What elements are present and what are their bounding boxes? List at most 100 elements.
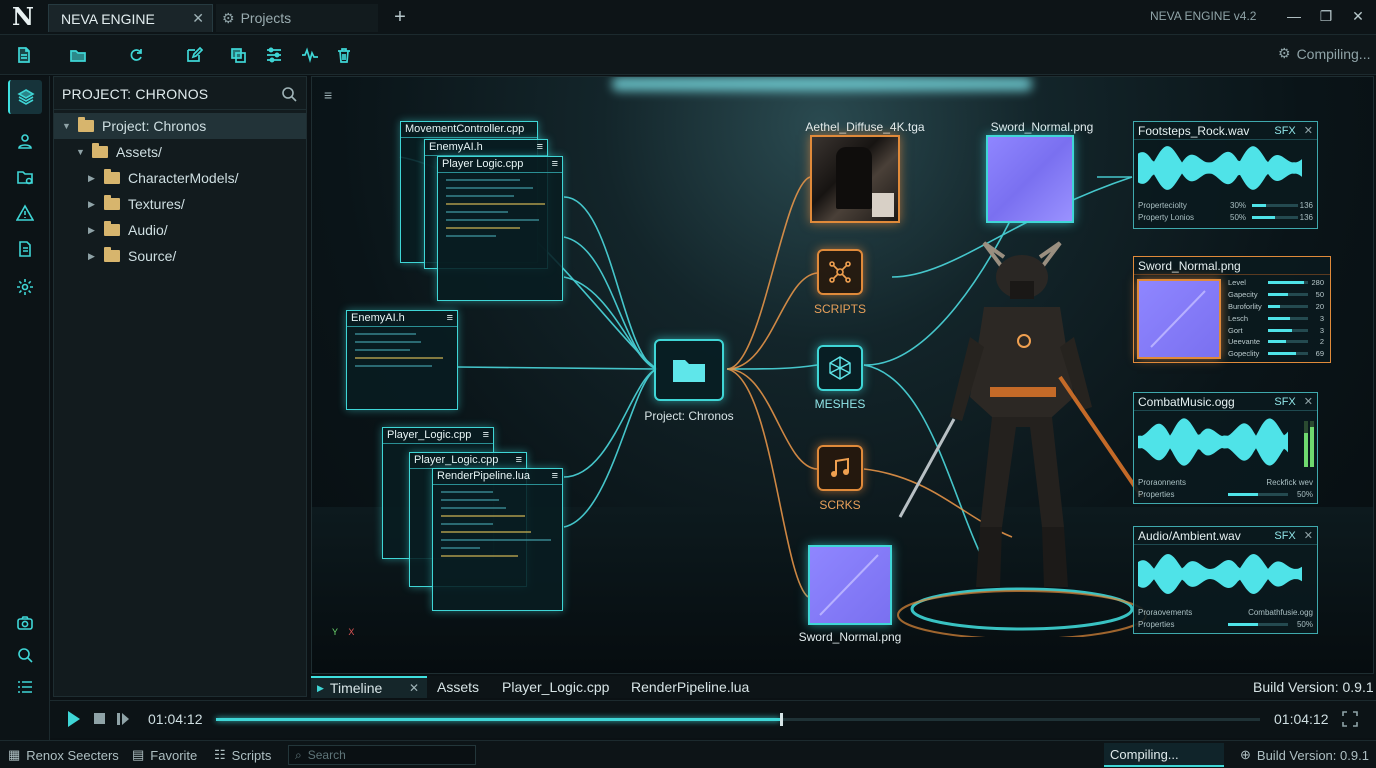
toolbar: ⚙ Compiling... [0,35,1376,75]
tree-item-audio[interactable]: ▶ Audio/ [54,217,306,243]
settings-icon[interactable] [8,270,42,304]
normal-map-thumbnail[interactable] [986,135,1074,223]
playhead[interactable] [779,713,783,726]
chevron-right-icon[interactable]: ▶ [88,251,98,262]
sword-normal-thumbnail[interactable] [808,545,892,625]
menu-icon[interactable]: ≡ [552,158,558,171]
stat-bar[interactable] [1268,316,1308,320]
texture-panel-title: Sword_Normal.png [1138,258,1241,273]
scene-viewport[interactable]: ≡ MovementController.cpp EnemyAI.h ≡ Pla… [311,76,1374,674]
menu-icon[interactable]: ≡ [447,312,453,325]
sliders-icon[interactable] [260,41,288,69]
stat-bar[interactable] [1268,340,1308,344]
folder-icon [673,360,705,382]
axis-x-label: X [348,627,355,637]
chevron-down-icon[interactable]: ▼ [62,121,72,131]
tab-projects[interactable]: ⚙ Projects [216,4,378,32]
audio-panel[interactable]: Footsteps_Rock.wav SFX ✕ Properteciolty 30%… [1133,121,1318,229]
layers-icon[interactable] [8,80,42,114]
stop-button[interactable] [94,713,105,724]
search-icon[interactable] [8,638,42,672]
tab-label: Player_Logic.cpp [502,679,610,695]
texture-stats-panel[interactable]: Sword_Normal.png Level 280 Gapecity 50 Burof… [1133,256,1331,363]
meshes-node[interactable] [817,345,863,391]
diffuse-texture-thumbnail[interactable] [810,135,900,223]
tab-neva-engine[interactable]: NEVA ENGINE ✕ [48,4,213,32]
stat-bar[interactable] [1268,293,1308,297]
chevron-right-icon[interactable]: ▶ [88,173,98,184]
menu-icon[interactable]: ≡ [552,470,558,483]
tree-item-textures[interactable]: ▶ Textures/ [54,191,306,217]
stat-bar[interactable] [1268,281,1308,285]
status-bar: ▦ Renox Seecters ▤ Favorite ☷ Scripts ⌕ Sear… [0,740,1376,768]
close-icon[interactable]: ✕ [409,681,419,695]
status-label: Renox Seecters [26,747,119,763]
new-tab-icon[interactable]: + [386,4,414,32]
document-icon[interactable] [8,232,42,266]
code-card[interactable]: Player Logic.cpp ≡ [437,156,563,301]
close-icon[interactable]: ✕ [1304,529,1313,542]
stat-bar[interactable] [1268,304,1308,308]
new-file-icon[interactable] [10,41,38,69]
tab-player-logic[interactable]: Player_Logic.cpp [502,676,609,698]
chevron-down-icon[interactable]: ▼ [76,147,86,157]
tree-item-project[interactable]: ▼ Project: Chronos [54,113,306,139]
camera-icon[interactable] [8,606,42,640]
tab-timeline[interactable]: ▶ Timeline ✕ [311,676,427,698]
open-folder-icon[interactable] [64,41,92,69]
sword-normal-thumbnail[interactable] [1137,279,1221,359]
menu-icon[interactable]: ≡ [537,141,543,154]
status-item-scripts[interactable]: ☷ Scripts [214,747,271,763]
property-bar[interactable] [1228,492,1288,496]
list-icon[interactable] [8,670,42,704]
close-icon[interactable]: ✕ [192,10,204,27]
warning-icon[interactable] [8,196,42,230]
status-item-favorite[interactable]: ▤ Favorite [132,747,197,763]
tab-assets[interactable]: Assets [437,676,479,698]
close-icon[interactable]: ✕ [1304,395,1313,408]
property-bar[interactable] [1252,215,1298,219]
waveform-icon[interactable] [296,41,324,69]
copy-icon[interactable] [224,41,252,69]
status-item-renox[interactable]: ▦ Renox Seecters [8,747,119,763]
folder-add-icon[interactable] [8,160,42,194]
code-card[interactable]: EnemyAI.h ≡ [346,310,458,410]
step-button[interactable] [116,711,130,727]
edit-icon[interactable] [180,41,208,69]
tree-item-assets[interactable]: ▼ Assets/ [54,139,306,165]
scrks-node[interactable] [817,445,863,491]
stat-bar[interactable] [1268,352,1308,356]
play-button[interactable] [66,710,82,728]
property-bar[interactable] [1228,622,1288,626]
compile-status: ⚙ Compiling... [1278,45,1370,62]
tree-item-charactermodels[interactable]: ▶ CharacterModels/ [54,165,306,191]
audio-panel[interactable]: Audio/Ambient.wav SFX ✕ Proraovements Comba… [1133,526,1318,634]
code-card[interactable]: RenderPipeline.lua ≡ [432,468,563,611]
scripts-node[interactable] [817,249,863,295]
status-search-input[interactable]: ⌕ Search [288,745,476,765]
close-window-icon[interactable]: ✕ [1344,5,1372,27]
property-bar[interactable] [1252,203,1298,207]
code-card-title: Player_Logic.cpp [414,454,499,466]
trash-icon[interactable] [330,41,358,69]
maximize-icon[interactable]: ❐ [1312,5,1340,27]
search-icon[interactable] [280,85,298,103]
close-icon[interactable]: ✕ [1304,124,1313,137]
chevron-right-icon[interactable]: ▶ [88,199,98,210]
audio-meta-row: Proraonnents Reckfick wev [1134,476,1317,488]
chevron-right-icon[interactable]: ▶ [88,225,98,236]
stat-bar[interactable] [1268,328,1308,332]
audio-panel[interactable]: CombatMusic.ogg SFX ✕ Proraonnents Reckfick… [1133,392,1318,504]
menu-icon[interactable]: ≡ [516,454,522,467]
samurai-character[interactable] [892,237,1152,637]
user-icon[interactable] [8,124,42,158]
code-card-title: EnemyAI.h [429,141,483,153]
fullscreen-button[interactable] [1342,711,1358,727]
timeline-scrubber[interactable] [216,713,1260,726]
project-hub-node[interactable] [654,339,724,401]
minimize-icon[interactable]: — [1280,5,1308,27]
refresh-icon[interactable] [122,41,150,69]
tree-item-source[interactable]: ▶ Source/ [54,243,306,269]
menu-icon[interactable]: ≡ [483,429,489,442]
tab-renderpipeline[interactable]: RenderPipeline.lua [631,676,749,698]
